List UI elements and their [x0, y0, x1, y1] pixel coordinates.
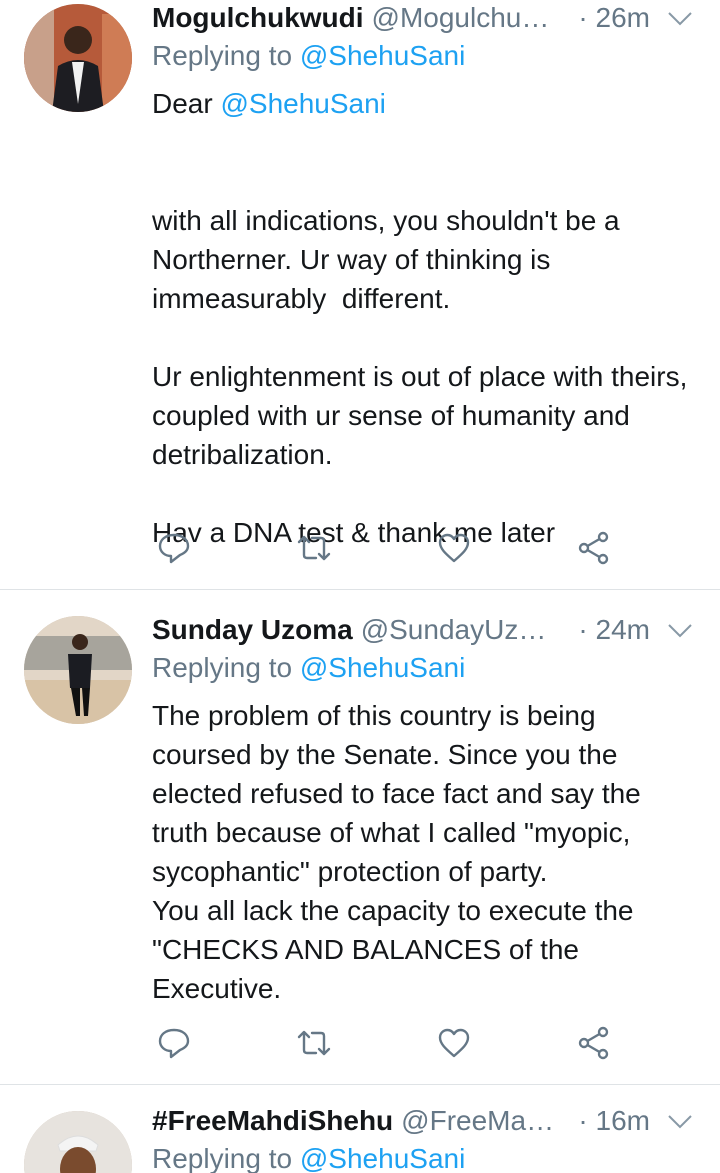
display-name[interactable]: Mogulchukwudi [152, 2, 364, 34]
tweet-body: The problem of this country is being cou… [152, 700, 641, 1004]
chevron-down-icon[interactable] [664, 614, 696, 646]
display-name[interactable]: #FreeMahdiShehu [152, 1105, 393, 1137]
retweet-icon[interactable] [296, 1025, 332, 1061]
display-name[interactable]: Sunday Uzoma [152, 614, 353, 646]
body-prefix: Dear [152, 88, 221, 119]
user-handle[interactable]: @FreeMa… [401, 1105, 554, 1137]
avatar[interactable] [24, 616, 132, 724]
tweet-header: Mogulchukwudi @Mogulchu… · 26m [152, 0, 696, 36]
heart-icon[interactable] [436, 1025, 472, 1061]
replying-label: Replying to [152, 40, 293, 71]
user-handle[interactable]: @SundayUzo… [361, 614, 561, 646]
replying-to: Replying to @ShehuSani [152, 652, 465, 684]
tweet-actions [152, 1025, 622, 1065]
tweet-3[interactable]: #FreeMahdiShehu @FreeMa… · 16m Replying … [0, 1085, 720, 1173]
tweet-2[interactable]: Sunday Uzoma @SundayUzo… · 24m Replying … [0, 590, 720, 1085]
share-icon[interactable] [576, 530, 612, 566]
avatar[interactable] [24, 1111, 132, 1173]
tweet-1[interactable]: Mogulchukwudi @Mogulchu… · 26m Replying … [0, 0, 720, 590]
replying-mention[interactable]: @ShehuSani [300, 652, 465, 683]
retweet-icon[interactable] [296, 530, 332, 566]
reply-icon[interactable] [156, 530, 192, 566]
replying-mention[interactable]: @ShehuSani [300, 1143, 465, 1173]
reply-icon[interactable] [156, 1025, 192, 1061]
tweet-body: with all indications, you shouldn't be a… [152, 205, 688, 548]
chevron-down-icon[interactable] [664, 2, 696, 34]
avatar[interactable] [24, 4, 132, 112]
body-mention[interactable]: @ShehuSani [220, 88, 385, 119]
replying-to: Replying to @ShehuSani [152, 1143, 465, 1173]
tweet-actions [152, 530, 622, 570]
tweet-header: Sunday Uzoma @SundayUzo… · 24m [152, 612, 696, 648]
replying-label: Replying to [152, 652, 293, 683]
replying-mention[interactable]: @ShehuSani [300, 40, 465, 71]
replying-label: Replying to [152, 1143, 293, 1173]
tweet-header: #FreeMahdiShehu @FreeMa… · 16m [152, 1103, 696, 1139]
tweet-text: Dear @ShehuSani with all indications, yo… [152, 84, 700, 552]
share-icon[interactable] [576, 1025, 612, 1061]
tweet-text: The problem of this country is being cou… [152, 696, 700, 1008]
user-handle[interactable]: @Mogulchu… [372, 2, 550, 34]
chevron-down-icon[interactable] [664, 1105, 696, 1137]
heart-icon[interactable] [436, 530, 472, 566]
replying-to: Replying to @ShehuSani [152, 40, 465, 72]
